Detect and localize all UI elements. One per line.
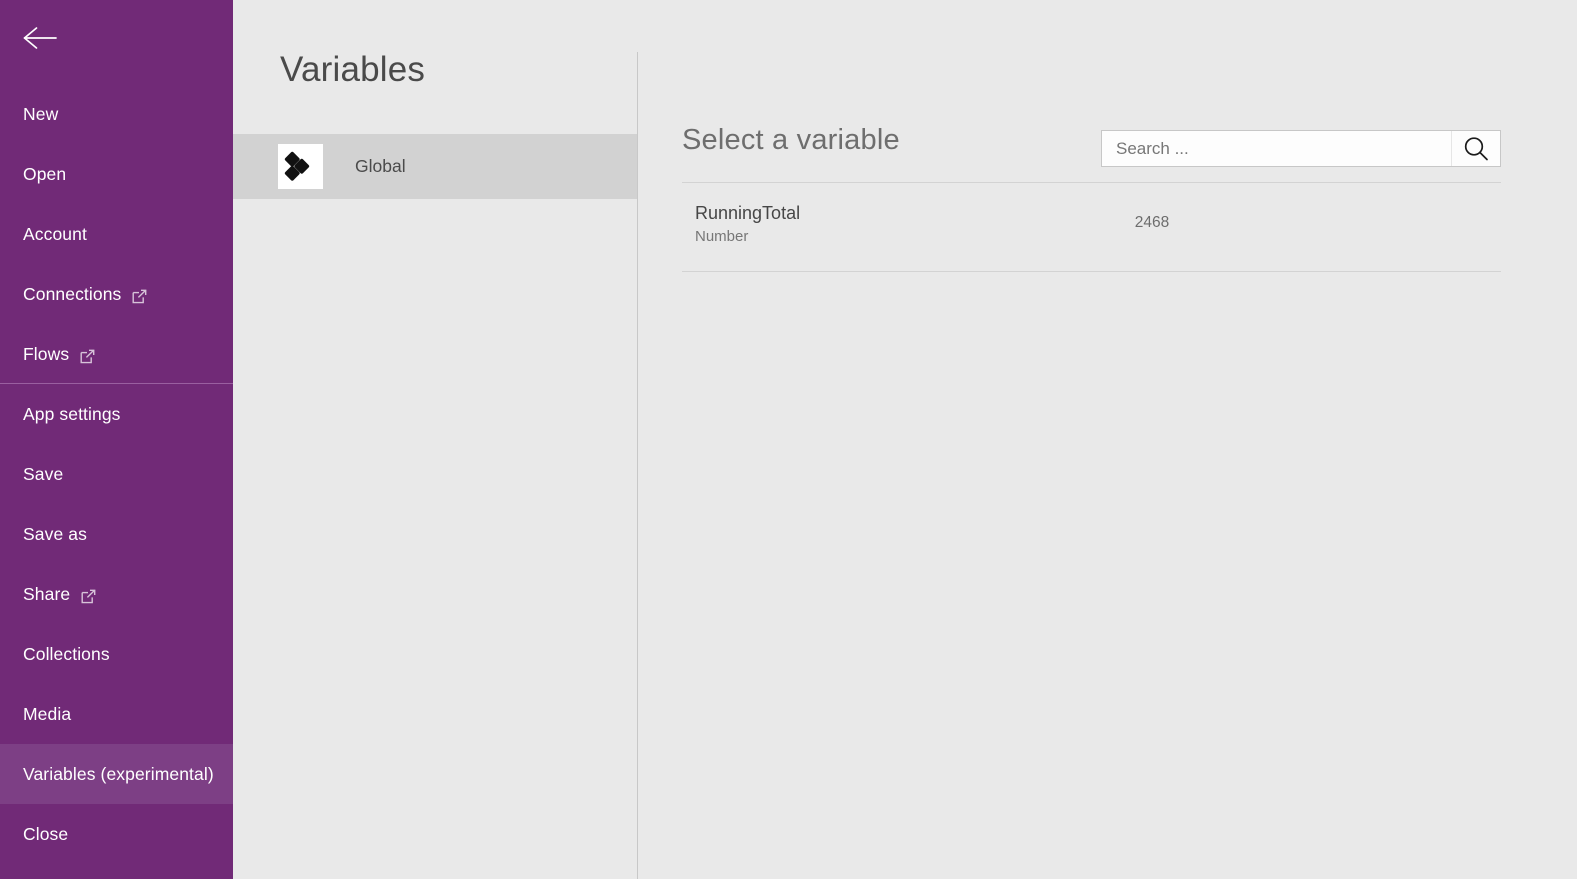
sidebar-item-close[interactable]: Close: [0, 804, 233, 864]
sidebar-item-account[interactable]: Account: [0, 204, 233, 264]
sidebar-item-label: Save: [23, 463, 64, 484]
sidebar-item-new[interactable]: New: [0, 84, 233, 144]
sidebar-item-variables[interactable]: Variables (experimental): [0, 744, 233, 804]
sidebar-item-label: Variables (experimental): [23, 763, 214, 784]
sidebar-item-label: Account: [23, 223, 87, 244]
search-input[interactable]: [1102, 131, 1451, 166]
scope-item-global[interactable]: Global: [233, 134, 638, 199]
sidebar-item-label: New: [23, 103, 59, 124]
backstage-sidebar: New Open Account Connections Flows App s…: [0, 0, 233, 879]
sidebar-item-label: App settings: [23, 403, 121, 424]
back-arrow-icon: [23, 27, 57, 49]
sidebar-item-label: Media: [23, 703, 72, 724]
app-window: New Open Account Connections Flows App s…: [0, 0, 1577, 879]
back-button[interactable]: [0, 0, 233, 76]
variable-name: RunningTotal: [695, 203, 801, 223]
sidebar-item-label: Connections: [23, 283, 122, 304]
sidebar-item-label: Open: [23, 163, 67, 184]
row-rule: [682, 271, 1501, 272]
search-icon[interactable]: [1452, 131, 1500, 166]
external-link-icon: [80, 348, 95, 363]
variable-selector: Select a variable RunningTotal Number: [682, 126, 1501, 272]
sidebar-item-label: Flows: [23, 343, 70, 364]
table-row[interactable]: RunningTotal Number 2468: [682, 183, 1501, 271]
sidebar-item-share[interactable]: Share: [0, 564, 233, 624]
main-content: Select a variable RunningTotal Number: [638, 0, 1577, 879]
sidebar-item-label: Collections: [23, 643, 110, 664]
sidebar-item-label: Save as: [23, 523, 87, 544]
sidebar-item-label: Close: [23, 823, 69, 844]
select-variable-heading: Select a variable: [682, 124, 900, 156]
variable-type: Number: [695, 228, 749, 245]
sidebar-item-flows[interactable]: Flows: [0, 324, 233, 384]
sidebar-nav: New Open Account Connections Flows App s…: [0, 84, 233, 864]
variables-panel: Variables Global: [233, 0, 638, 879]
sidebar-item-media[interactable]: Media: [0, 684, 233, 744]
sidebar-item-save-as[interactable]: Save as: [0, 504, 233, 564]
sidebar-item-label: Share: [23, 583, 71, 604]
content-header: Select a variable: [682, 126, 1501, 182]
external-link-icon: [132, 288, 147, 303]
sidebar-item-save[interactable]: Save: [0, 444, 233, 504]
variable-value: 2468: [1134, 214, 1170, 231]
external-link-icon: [81, 588, 96, 603]
page-title: Variables: [280, 50, 426, 89]
scope-item-label: Global: [355, 156, 406, 176]
sidebar-item-open[interactable]: Open: [0, 144, 233, 204]
variable-scope-list: Global: [233, 134, 638, 199]
sidebar-item-connections[interactable]: Connections: [0, 264, 233, 324]
sidebar-item-app-settings[interactable]: App settings: [0, 383, 233, 444]
sidebar-item-collections[interactable]: Collections: [0, 624, 233, 684]
search-box[interactable]: [1101, 130, 1501, 167]
global-diamonds-icon: [278, 144, 323, 189]
